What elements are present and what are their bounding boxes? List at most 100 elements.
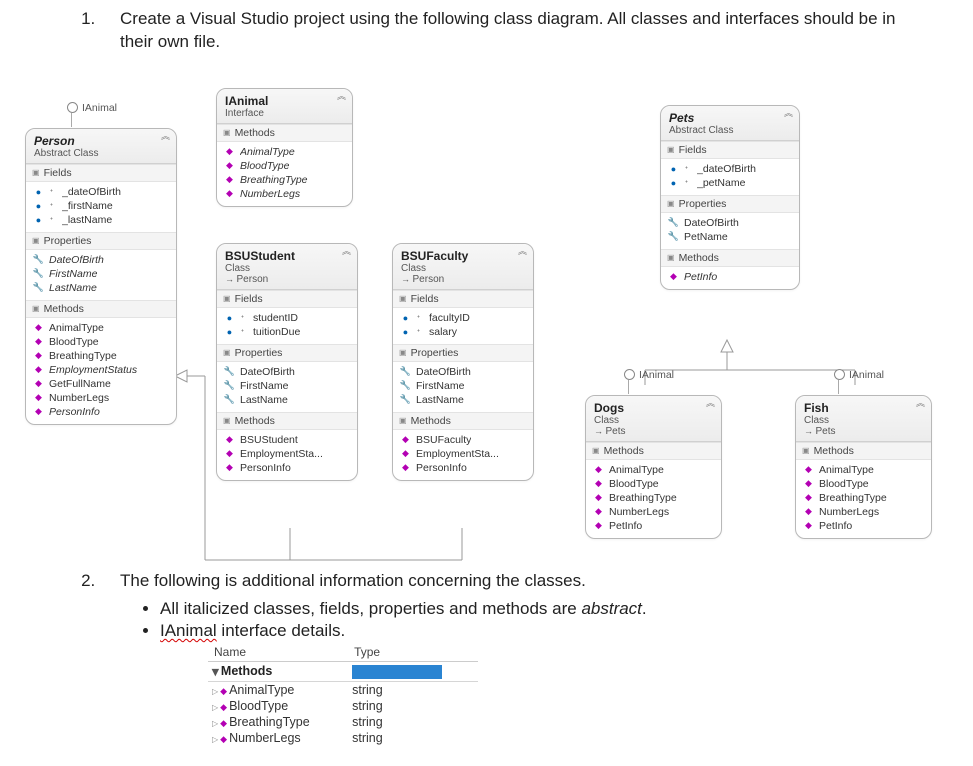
member-row[interactable]: 🔧PetName: [667, 230, 793, 244]
class-diagram: IAnimal IAnimal IAnimal IAnimal Interfac…: [0, 60, 960, 570]
class-title: IAnimal: [225, 94, 344, 108]
member-row[interactable]: ◆AnimalType: [802, 463, 925, 477]
class-pets[interactable]: Pets Abstract Class ︽ ▣Fields●⁺_dateOfBi…: [660, 105, 800, 290]
member-row[interactable]: ◆EmploymentStatus: [32, 363, 170, 377]
collapse-icon: ▣: [223, 128, 231, 137]
member-row[interactable]: ◆BloodType: [592, 477, 715, 491]
member-row[interactable]: ◆BreathingType: [32, 349, 170, 363]
section-header[interactable]: ▣Methods: [586, 442, 721, 460]
member-row[interactable]: ●⁺_lastName: [32, 213, 170, 227]
table-row[interactable]: ▷◆AnimalType string: [208, 681, 478, 698]
collapse-icon: ▣: [667, 145, 675, 154]
chevron-up-icon[interactable]: ︽: [916, 400, 925, 407]
class-bsufaculty[interactable]: BSUFaculty Class Person ︽ ▣Fields●⁺facul…: [392, 243, 534, 481]
table-row[interactable]: ▷◆BloodType string: [208, 698, 478, 714]
member-row[interactable]: ◆NumberLegs: [32, 391, 170, 405]
lock-icon: ⁺: [680, 163, 693, 174]
member-row[interactable]: ●⁺_petName: [667, 176, 793, 190]
table-row[interactable]: ▷◆BreathingType string: [208, 714, 478, 730]
member-row[interactable]: ◆PetInfo: [802, 519, 925, 533]
member-row[interactable]: ◆BloodType: [802, 477, 925, 491]
member-row[interactable]: ◆BreathingType: [223, 173, 346, 187]
section-header[interactable]: ▣Methods: [217, 124, 352, 142]
class-person[interactable]: Person Abstract Class ︽ ▣Fields●⁺_dateOf…: [25, 128, 177, 425]
member-row[interactable]: 🔧LastName: [223, 393, 351, 407]
lock-icon: ⁺: [45, 186, 58, 197]
member-row[interactable]: 🔧DateOfBirth: [32, 253, 170, 267]
section-header[interactable]: ▣Properties: [217, 344, 357, 362]
class-fish[interactable]: Fish Class Pets ︽ ▣Methods◆AnimalType◆Bl…: [795, 395, 932, 539]
section-header[interactable]: ▣Fields: [26, 164, 176, 182]
chevron-up-icon[interactable]: ︽: [161, 133, 170, 140]
member-row[interactable]: 🔧FirstName: [399, 379, 527, 393]
class-stereotype: Class: [401, 263, 525, 274]
member-row[interactable]: ●⁺facultyID: [399, 311, 527, 325]
section-header[interactable]: ▣Methods: [217, 412, 357, 430]
selected-cell[interactable]: [352, 665, 442, 679]
chevron-up-icon[interactable]: ︽: [706, 400, 715, 407]
member-row[interactable]: ◆NumberLegs: [223, 187, 346, 201]
member-name: BreathingType: [49, 350, 117, 362]
member-row[interactable]: 🔧DateOfBirth: [667, 216, 793, 230]
lock-icon: ⁺: [236, 312, 249, 323]
member-row[interactable]: ◆BreathingType: [802, 491, 925, 505]
section-header[interactable]: ▣Properties: [26, 232, 176, 250]
table-row[interactable]: ▷◆NumberLegs string: [208, 730, 478, 746]
member-row[interactable]: 🔧FirstName: [32, 267, 170, 281]
collapse-icon: ▣: [32, 304, 40, 313]
member-row[interactable]: 🔧FirstName: [223, 379, 351, 393]
chevron-up-icon[interactable]: ︽: [784, 110, 793, 117]
class-bsustudent[interactable]: BSUStudent Class Person ︽ ▣Fields●⁺stude…: [216, 243, 358, 481]
section-header[interactable]: ▣Methods: [393, 412, 533, 430]
member-row[interactable]: ◆PersonInfo: [223, 461, 351, 475]
member-row[interactable]: ●⁺studentID: [223, 311, 351, 325]
section-header[interactable]: ▣Fields: [217, 290, 357, 308]
member-row[interactable]: ◆AnimalType: [223, 145, 346, 159]
member-row[interactable]: ◆BSUFaculty: [399, 433, 527, 447]
member-row[interactable]: ◆BloodType: [223, 159, 346, 173]
member-row[interactable]: ◆EmploymentSta...: [223, 447, 351, 461]
member-row[interactable]: ◆NumberLegs: [592, 505, 715, 519]
member-row[interactable]: ◆EmploymentSta...: [399, 447, 527, 461]
section-header[interactable]: ▣Properties: [393, 344, 533, 362]
member-row[interactable]: ●⁺tuitionDue: [223, 325, 351, 339]
member-row[interactable]: ◆PetInfo: [667, 270, 793, 284]
member-row[interactable]: ◆PetInfo: [592, 519, 715, 533]
chevron-up-icon[interactable]: ︽: [342, 248, 351, 255]
member-row[interactable]: 🔧DateOfBirth: [223, 365, 351, 379]
lock-icon: ⁺: [45, 214, 58, 225]
member-row[interactable]: 🔧LastName: [32, 281, 170, 295]
member-row[interactable]: ◆AnimalType: [592, 463, 715, 477]
member-row[interactable]: ●⁺salary: [399, 325, 527, 339]
section-header[interactable]: ▣Methods: [661, 249, 799, 267]
section-header[interactable]: ▣Methods: [796, 442, 931, 460]
chevron-up-icon[interactable]: ︽: [337, 93, 346, 100]
section-header[interactable]: ▣Properties: [661, 195, 799, 213]
member-row[interactable]: ◆PersonInfo: [32, 405, 170, 419]
class-inherit: Pets: [594, 426, 713, 437]
member-row[interactable]: 🔧LastName: [399, 393, 527, 407]
member-name: BSUStudent: [240, 434, 298, 446]
member-row[interactable]: ◆GetFullName: [32, 377, 170, 391]
chevron-up-icon[interactable]: ︽: [518, 248, 527, 255]
section-header[interactable]: ▣Fields: [393, 290, 533, 308]
class-ianimal[interactable]: IAnimal Interface ︽ ▣Methods◆AnimalType◆…: [216, 88, 353, 207]
section-header[interactable]: ▣Fields: [661, 141, 799, 159]
member-row[interactable]: ◆BSUStudent: [223, 433, 351, 447]
method-icon: ◆: [223, 174, 236, 185]
member-name: DateOfBirth: [416, 366, 471, 378]
group-row[interactable]: ▶Methods: [208, 661, 478, 681]
member-row[interactable]: ●⁺_firstName: [32, 199, 170, 213]
member-row[interactable]: ●⁺_dateOfBirth: [667, 162, 793, 176]
member-row[interactable]: ◆BreathingType: [592, 491, 715, 505]
section-header[interactable]: ▣Methods: [26, 300, 176, 318]
member-row[interactable]: ◆AnimalType: [32, 321, 170, 335]
lollipop-label: IAnimal: [849, 369, 884, 381]
member-row[interactable]: ◆BloodType: [32, 335, 170, 349]
member-row[interactable]: 🔧DateOfBirth: [399, 365, 527, 379]
member-row[interactable]: ◆PersonInfo: [399, 461, 527, 475]
field-icon: ●: [667, 177, 680, 188]
class-dogs[interactable]: Dogs Class Pets ︽ ▣Methods◆AnimalType◆Bl…: [585, 395, 722, 539]
member-row[interactable]: ●⁺_dateOfBirth: [32, 185, 170, 199]
member-row[interactable]: ◆NumberLegs: [802, 505, 925, 519]
